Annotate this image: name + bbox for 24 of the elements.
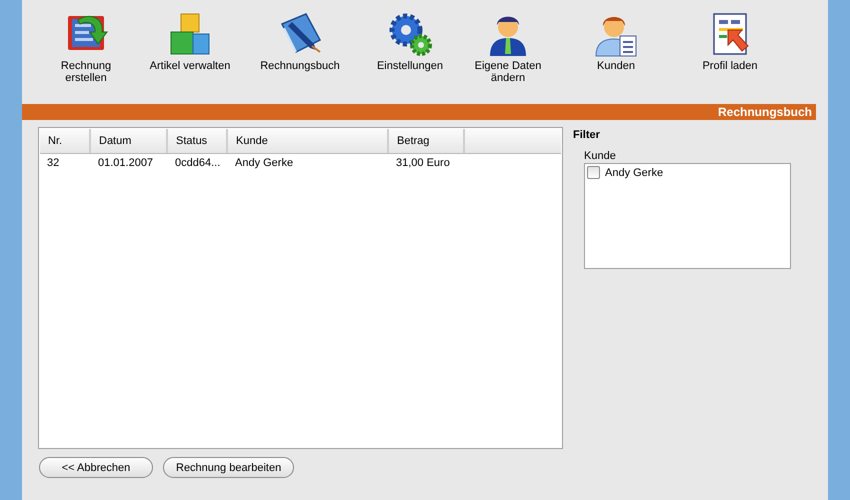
toolbar-button[interactable]: Einstellungen: [360, 0, 460, 104]
toolbar-button[interactable]: Rechnung erstellen: [32, 0, 140, 104]
section-title: Rechnungsbuch: [718, 105, 813, 119]
action-button[interactable]: << Abbrechen: [39, 457, 153, 478]
column-header[interactable]: Kunde: [228, 129, 389, 153]
filter-label: Kunde: [584, 150, 617, 162]
table-cell-text: 0cdd64...: [174, 157, 222, 169]
column-header[interactable]: Status: [168, 129, 228, 153]
table-cell-text: 01.01.2007: [97, 157, 154, 169]
table-cell-text: Andy Gerke: [234, 157, 294, 169]
table-cell-text: 31,00 Euro: [395, 157, 451, 169]
toolbar-button[interactable]: Kunden: [556, 0, 676, 104]
column-header[interactable]: Datum: [91, 129, 168, 153]
toolbar-button[interactable]: Profil laden: [676, 0, 784, 104]
table-cell-text: 32: [46, 157, 60, 169]
column-header[interactable]: Nr.: [40, 129, 91, 153]
toolbar-button[interactable]: Eigene Daten ändern: [460, 0, 556, 104]
column-header[interactable]: Betrag: [389, 129, 465, 153]
toolbar-button[interactable]: Artikel verwalten: [140, 0, 240, 104]
checkbox-label[interactable]: Andy Gerke: [605, 166, 664, 178]
toolbar-button[interactable]: Rechnungsbuch: [240, 0, 360, 104]
filter-title: Filter: [573, 129, 601, 141]
checkbox[interactable]: [587, 166, 600, 179]
action-button[interactable]: Rechnung bearbeiten: [163, 457, 294, 478]
